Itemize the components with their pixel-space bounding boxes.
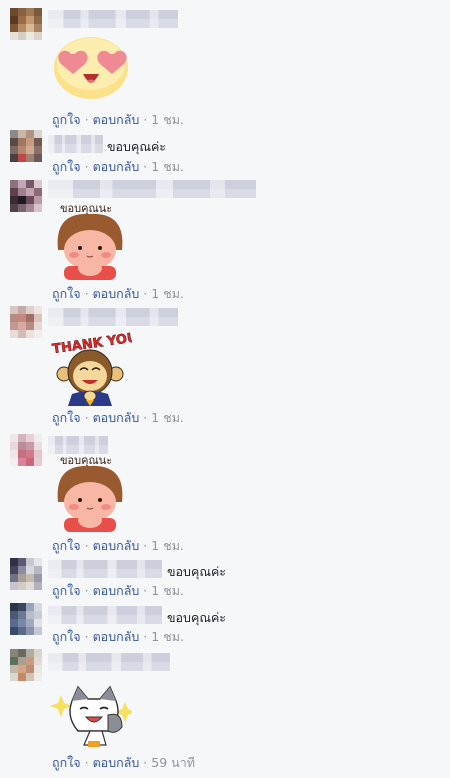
separator-dot: · bbox=[143, 112, 148, 127]
comment-text: ขอบคุณค่ะ bbox=[107, 139, 167, 154]
like-link[interactable]: ถูกใจ bbox=[52, 629, 81, 644]
separator-dot: · bbox=[84, 629, 89, 644]
comment-item: ขอบคุณนะ ถูกใจ · ตอบกลับ · 1 ชม. bbox=[0, 178, 450, 301]
comment-actions: ถูกใจ · ตอบกลับ · 1 ชม. bbox=[52, 284, 184, 304]
like-link[interactable]: ถูกใจ bbox=[52, 112, 81, 127]
reply-link[interactable]: ตอบกลับ bbox=[93, 410, 140, 425]
separator-dot: · bbox=[84, 112, 89, 127]
reply-link[interactable]: ตอบกลับ bbox=[93, 629, 140, 644]
separator-dot: · bbox=[143, 159, 148, 174]
comment-item: ขอบคุณนะ ถูกใจ · ตอบกลับ · 1 ชม. bbox=[0, 432, 450, 554]
comment-actions: ถูกใจ · ตอบกลับ · 1 ชม. bbox=[52, 157, 184, 177]
comment-item: ขอบคุณค่ะ ถูกใจ · ตอบกลับ · 1 ชม. bbox=[0, 603, 450, 647]
avatar[interactable] bbox=[10, 130, 42, 162]
comment-text: ขอบคุณค่ะ bbox=[167, 610, 227, 625]
comment-item: THANK YOU ถูกใจ · ตอบกลับ · 1 ชม. bbox=[0, 304, 450, 430]
reply-link[interactable]: ตอบกลับ bbox=[93, 538, 140, 553]
comment-time[interactable]: 1 ชม. bbox=[151, 159, 184, 174]
separator-dot: · bbox=[143, 629, 148, 644]
like-link[interactable]: ถูกใจ bbox=[52, 755, 81, 770]
blurred-author-name[interactable] bbox=[48, 135, 103, 153]
blurred-author-name[interactable] bbox=[48, 560, 162, 578]
reply-link[interactable]: ตอบกลับ bbox=[93, 755, 140, 770]
separator-dot: · bbox=[143, 538, 148, 553]
separator-dot: · bbox=[84, 583, 89, 598]
blurred-author-name[interactable] bbox=[48, 606, 162, 624]
comment-time[interactable]: 1 ชม. bbox=[151, 629, 184, 644]
avatar[interactable] bbox=[10, 649, 42, 681]
comment-actions: ถูกใจ · ตอบกลับ · 1 ชม. bbox=[52, 536, 184, 556]
cat-thumbs-up-sticker bbox=[50, 685, 132, 751]
like-link[interactable]: ถูกใจ bbox=[52, 583, 81, 598]
reply-link[interactable]: ตอบกลับ bbox=[93, 286, 140, 301]
avatar[interactable] bbox=[10, 434, 42, 466]
comment-actions: ถูกใจ · ตอบกลับ · 1 ชม. bbox=[52, 581, 184, 601]
separator-dot: · bbox=[84, 755, 89, 770]
comment-item: ขอบคุณค่ะ ถูกใจ · ตอบกลับ · 1 ชม. bbox=[0, 558, 450, 602]
sticker-text: ขอบคุณนะ bbox=[60, 202, 112, 215]
reply-link[interactable]: ตอบกลับ bbox=[93, 112, 140, 127]
comment-text: ขอบคุณค่ะ bbox=[167, 564, 227, 579]
comment-time[interactable]: 1 ชม. bbox=[151, 410, 184, 425]
avatar[interactable] bbox=[10, 558, 42, 590]
avatar[interactable] bbox=[10, 8, 42, 40]
comment-item: ถูกใจ · ตอบกลับ · 1 ชม. bbox=[0, 0, 450, 130]
avatar[interactable] bbox=[10, 306, 42, 338]
like-link[interactable]: ถูกใจ bbox=[52, 159, 81, 174]
avatar[interactable] bbox=[10, 603, 42, 635]
separator-dot: · bbox=[84, 410, 89, 425]
avatar[interactable] bbox=[10, 180, 42, 212]
comment-actions: ถูกใจ · ตอบกลับ · 1 ชม. bbox=[52, 408, 184, 428]
separator-dot: · bbox=[84, 538, 89, 553]
comment-time[interactable]: 1 ชม. bbox=[151, 112, 184, 127]
separator-dot: · bbox=[84, 159, 89, 174]
separator-dot: · bbox=[143, 410, 148, 425]
reply-link[interactable]: ตอบกลับ bbox=[93, 583, 140, 598]
comment-time[interactable]: 1 ชม. bbox=[151, 286, 184, 301]
girl-thank-you-sticker: ขอบคุณนะ bbox=[50, 452, 130, 532]
blurred-author-name[interactable] bbox=[48, 308, 178, 326]
sticker-text: ขอบคุณนะ bbox=[60, 454, 112, 467]
comment-time[interactable]: 1 ชม. bbox=[151, 538, 184, 553]
comment-item: ขอบคุณค่ะ ถูกใจ · ตอบกลับ · 1 ชม. bbox=[0, 130, 450, 174]
comment-actions: ถูกใจ · ตอบกลับ · 1 ชม. bbox=[52, 110, 184, 130]
comment-actions: ถูกใจ · ตอบกลับ · 59 นาที bbox=[52, 753, 195, 773]
blurred-author-name[interactable] bbox=[48, 10, 178, 28]
like-link[interactable]: ถูกใจ bbox=[52, 538, 81, 553]
like-link[interactable]: ถูกใจ bbox=[52, 286, 81, 301]
separator-dot: · bbox=[143, 755, 148, 770]
blurred-author-name[interactable] bbox=[48, 653, 170, 671]
comment-item: ถูกใจ · ตอบกลับ · 59 นาที bbox=[0, 649, 450, 778]
blurred-author-name[interactable] bbox=[48, 180, 256, 198]
reply-link[interactable]: ตอบกลับ bbox=[93, 159, 140, 174]
like-link[interactable]: ถูกใจ bbox=[52, 410, 81, 425]
separator-dot: · bbox=[84, 286, 89, 301]
heart-eyes-emoji-sticker bbox=[50, 34, 132, 102]
monkey-thank-you-sticker: THANK YOU bbox=[50, 330, 132, 406]
separator-dot: · bbox=[143, 286, 148, 301]
separator-dot: · bbox=[143, 583, 148, 598]
comment-time[interactable]: 1 ชม. bbox=[151, 583, 184, 598]
comment-actions: ถูกใจ · ตอบกลับ · 1 ชม. bbox=[52, 627, 184, 647]
comment-time[interactable]: 59 นาที bbox=[151, 755, 195, 770]
girl-thank-you-sticker: ขอบคุณนะ bbox=[50, 200, 130, 280]
